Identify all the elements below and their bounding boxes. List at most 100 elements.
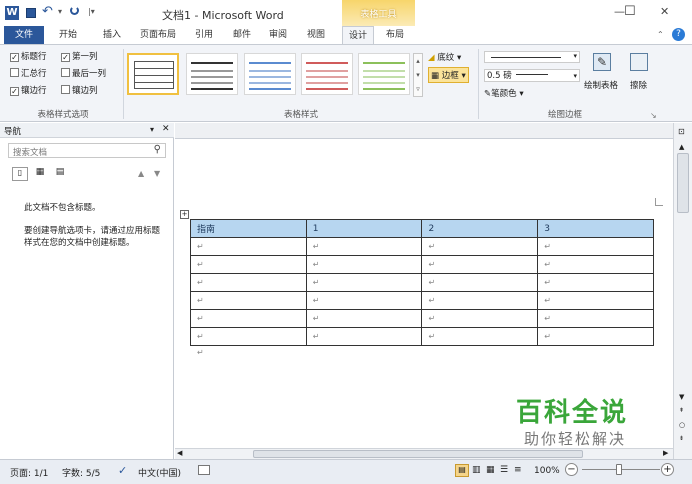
redo-icon[interactable] xyxy=(70,6,79,15)
tab-view[interactable]: 视图 xyxy=(302,26,330,44)
web-layout-view-icon[interactable]: ▦ xyxy=(486,465,495,475)
zoom-in-icon[interactable]: + xyxy=(661,463,674,476)
ruler-toggle-icon[interactable]: ⊡ xyxy=(678,127,685,136)
table-cell[interactable]: ↵ xyxy=(421,309,539,328)
horizontal-scrollbar[interactable]: ◀ ▶ xyxy=(175,448,673,459)
table-cell[interactable]: ↵ xyxy=(537,327,654,346)
pen-weight-dropdown[interactable]: 0.5 磅 ▾ xyxy=(484,69,580,82)
status-words[interactable]: 字数: 5/5 xyxy=(62,466,100,479)
table-cell[interactable]: ↵ xyxy=(190,255,307,274)
table-cell[interactable]: ↵ xyxy=(537,237,654,256)
table-cell[interactable]: ↵ xyxy=(537,255,654,274)
checkbox-total-row[interactable]: 汇总行 xyxy=(10,67,47,81)
nav-next-icon[interactable]: ▼ xyxy=(154,169,160,178)
draw-table-button[interactable]: 绘制表格 xyxy=(584,79,618,91)
customize-qat-icon[interactable]: |▾ xyxy=(88,7,95,16)
tab-layout[interactable]: 布局 xyxy=(378,26,412,44)
minimize-ribbon-icon[interactable]: ⌃ xyxy=(657,30,664,39)
tab-file[interactable]: 文件 xyxy=(4,26,44,44)
nav-prev-icon[interactable]: ▲ xyxy=(138,169,144,178)
table-cell[interactable]: ↵ xyxy=(421,327,539,346)
undo-icon[interactable]: ↶ xyxy=(42,4,53,19)
table-header-cell[interactable]: 1 xyxy=(305,219,423,238)
nav-menu-icon[interactable]: ▾ xyxy=(150,125,154,134)
table-header-cell[interactable]: 3 xyxy=(537,219,654,238)
undo-dropdown-icon[interactable]: ▾ xyxy=(58,7,62,16)
next-page-icon[interactable]: ⇟ xyxy=(679,435,684,442)
scroll-thumb[interactable] xyxy=(677,153,689,213)
table-cell[interactable]: ↵ xyxy=(537,273,654,292)
table-cell[interactable]: ↵ xyxy=(190,237,307,256)
tab-mailings[interactable]: 邮件 xyxy=(228,26,256,44)
table-style-green[interactable] xyxy=(358,53,410,95)
word-table[interactable]: 指南 1 2 3 ↵ ↵ ↵ ↵ ↵ ↵ ↵ ↵ ↵ ↵ ↵ ↵ ↵ ↵ ↵ ↵ ↵ ↵ ↵ ↵ ↵ ↵ ↵ ↵ xyxy=(190,219,654,346)
macro-icon[interactable] xyxy=(198,465,210,475)
draft-view-icon[interactable]: ≡ xyxy=(514,465,522,475)
borders-button[interactable]: ▦ 边框 ▾ xyxy=(428,67,469,83)
table-cell[interactable]: ↵ xyxy=(305,291,423,310)
nav-search-input[interactable]: 搜索文档 ⚲ xyxy=(8,143,166,158)
scroll-up-icon[interactable]: ▲ xyxy=(679,143,684,151)
search-icon[interactable]: ⚲ xyxy=(154,144,161,155)
tab-references[interactable]: 引用 xyxy=(190,26,218,44)
gallery-scroll[interactable]: ▴ ▾ ▿ xyxy=(413,53,423,97)
table-cell[interactable]: ↵ xyxy=(537,309,654,328)
pen-color-button[interactable]: ✎笔颜色 ▾ xyxy=(484,87,524,99)
nav-tab-pages[interactable]: ▦ xyxy=(32,167,48,181)
table-cell[interactable]: ↵ xyxy=(305,327,423,346)
table-cell[interactable]: ↵ xyxy=(305,273,423,292)
checkbox-last-column[interactable]: 最后一列 xyxy=(61,67,106,81)
tab-review[interactable]: 审阅 xyxy=(264,26,292,44)
scroll-left-icon[interactable]: ◀ xyxy=(177,449,182,457)
checkbox-first-column[interactable]: ✓ 第一列 xyxy=(61,50,98,64)
nav-tab-results[interactable]: ▤ xyxy=(52,167,68,181)
draw-table-icon[interactable]: ✎ xyxy=(593,53,611,71)
table-header-cell[interactable]: 指南 xyxy=(190,219,307,238)
table-cell[interactable]: ↵ xyxy=(190,309,307,328)
tab-design[interactable]: 设计 xyxy=(342,26,374,44)
dialog-launcher-icon[interactable]: ↘ xyxy=(650,111,657,120)
table-cell[interactable]: ↵ xyxy=(421,273,539,292)
zoom-slider-thumb[interactable] xyxy=(616,464,622,475)
full-screen-view-icon[interactable]: ▥ xyxy=(472,465,481,475)
spell-check-icon[interactable]: ✓ xyxy=(118,464,127,477)
maximize-button[interactable]: ☐ xyxy=(624,4,636,19)
table-cell[interactable]: ↵ xyxy=(421,237,539,256)
eraser-icon[interactable] xyxy=(630,53,648,71)
vertical-scrollbar[interactable]: ⊡ ▲ ▼ ⇞ ○ ⇟ xyxy=(673,123,692,459)
word-app-icon[interactable]: W xyxy=(5,6,19,20)
table-header-cell[interactable]: 2 xyxy=(421,219,539,238)
eraser-button[interactable]: 擦除 xyxy=(630,79,647,91)
table-cell[interactable]: ↵ xyxy=(190,273,307,292)
status-page[interactable]: 页面: 1/1 xyxy=(10,466,48,479)
print-layout-view-icon[interactable]: ▤ xyxy=(455,464,469,477)
table-cell[interactable]: ↵ xyxy=(305,255,423,274)
table-cell[interactable]: ↵ xyxy=(190,327,307,346)
table-cell[interactable]: ↵ xyxy=(421,291,539,310)
checkbox-header-row[interactable]: ✓ 标题行 xyxy=(10,50,47,64)
tab-page-layout[interactable]: 页面布局 xyxy=(134,26,182,44)
help-icon[interactable]: ? xyxy=(672,28,685,41)
outline-view-icon[interactable]: ☰ xyxy=(500,465,508,475)
table-style-red[interactable] xyxy=(301,53,353,95)
shading-button[interactable]: ◢ 底纹 ▾ xyxy=(428,51,461,63)
table-cell[interactable]: ↵ xyxy=(305,309,423,328)
table-style-blue[interactable] xyxy=(244,53,296,95)
save-icon[interactable] xyxy=(26,8,36,18)
table-move-handle-icon[interactable]: + xyxy=(180,210,189,219)
scroll-right-icon[interactable]: ▶ xyxy=(663,449,668,457)
table-cell[interactable]: ↵ xyxy=(305,237,423,256)
close-button[interactable]: ✕ xyxy=(660,5,669,18)
nav-tab-headings[interactable]: ▯ xyxy=(12,167,28,181)
checkbox-banded-columns[interactable]: 镶边列 xyxy=(61,84,98,98)
table-style-grid[interactable] xyxy=(127,53,179,95)
browse-object-icon[interactable]: ○ xyxy=(679,421,685,429)
checkbox-banded-rows[interactable]: ✓ 镶边行 xyxy=(10,84,47,98)
prev-page-icon[interactable]: ⇞ xyxy=(679,407,684,414)
tab-insert[interactable]: 插入 xyxy=(96,26,128,44)
table-cell[interactable]: ↵ xyxy=(537,291,654,310)
pen-style-dropdown[interactable]: ▾ xyxy=(484,51,580,63)
table-cell[interactable]: ↵ xyxy=(421,255,539,274)
nav-close-icon[interactable]: ✕ xyxy=(162,124,170,134)
status-language[interactable]: 中文(中国) xyxy=(138,466,181,479)
